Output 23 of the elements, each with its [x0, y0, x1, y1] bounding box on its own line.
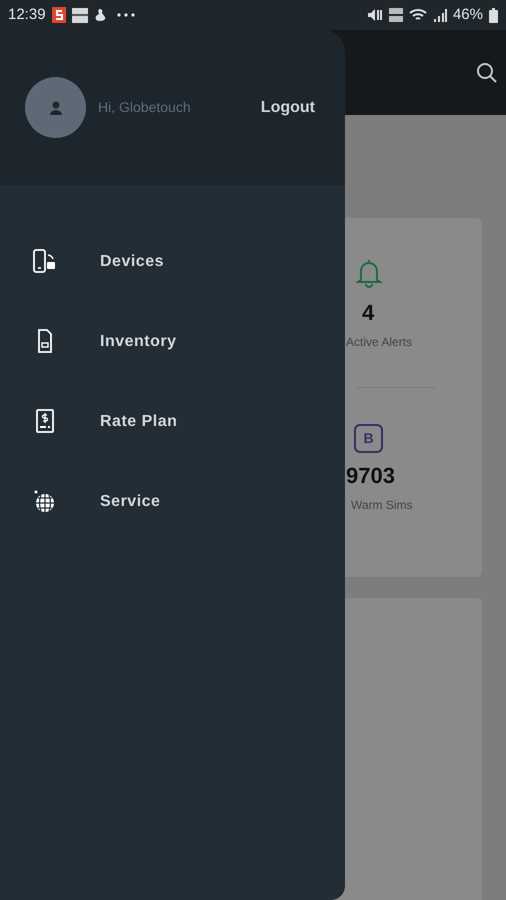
- more-icon: [116, 13, 135, 17]
- app-notification-icon: [52, 7, 66, 23]
- person-icon: [50, 100, 62, 114]
- menu-item[interactable]: Inventory: [32, 329, 345, 354]
- logout-button[interactable]: Logout: [260, 96, 315, 120]
- menu-item[interactable]: Rate Plan: [32, 409, 345, 434]
- search-icon[interactable]: [476, 62, 498, 84]
- stat-label: Warm Sims: [351, 497, 413, 514]
- wifi-icon: [408, 8, 427, 22]
- battery-icon: [489, 8, 498, 22]
- battery-percentage: 46%: [452, 4, 483, 25]
- mute-icon: [366, 8, 383, 22]
- bell-icon: [356, 258, 382, 288]
- greeting: Hi, Globetouch: [98, 98, 192, 117]
- menu-item[interactable]: Service: [32, 489, 345, 514]
- devices-icon: [32, 249, 58, 274]
- menu-item[interactable]: Devices: [32, 249, 345, 274]
- status-time: 12:39: [8, 4, 46, 25]
- stat-value: 9703: [346, 462, 395, 490]
- signal-icon: [432, 8, 447, 22]
- sim-type-badge: B: [354, 424, 383, 453]
- stat-label: Active Alerts: [346, 334, 412, 351]
- stat-value: 4: [362, 299, 374, 327]
